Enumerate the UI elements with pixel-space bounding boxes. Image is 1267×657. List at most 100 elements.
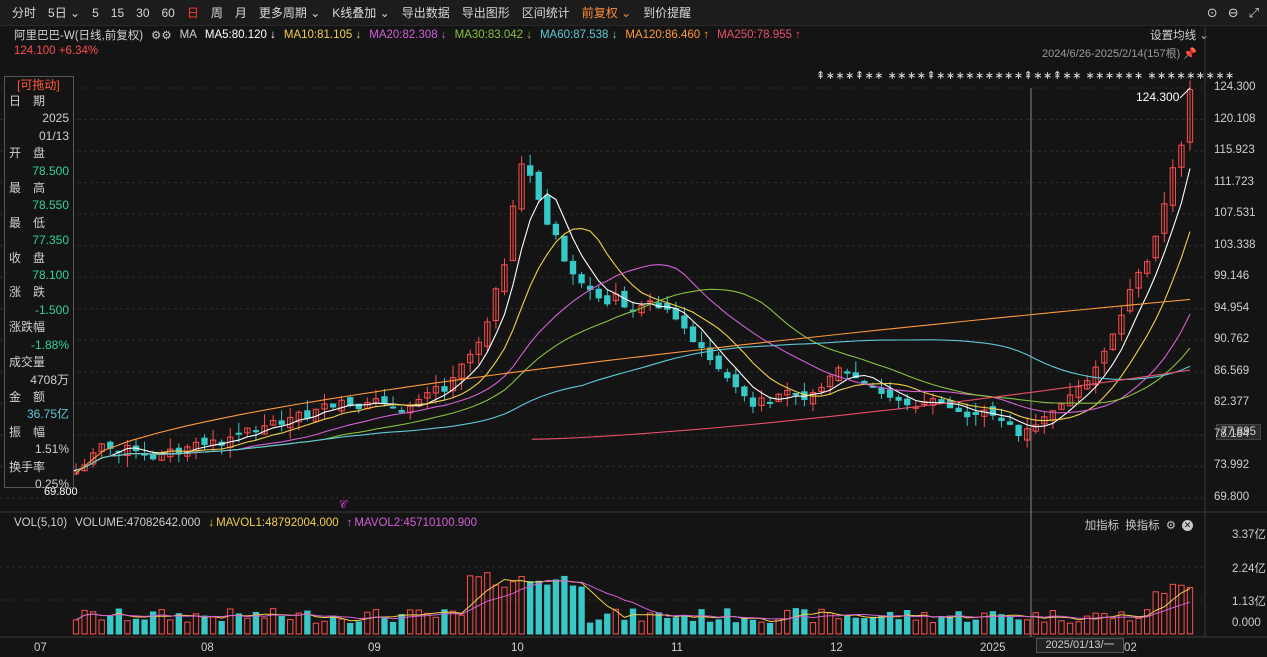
candle-body bbox=[579, 275, 584, 283]
volume-bar bbox=[725, 609, 730, 634]
candle-body bbox=[999, 418, 1004, 420]
volume-bar bbox=[630, 609, 635, 634]
month-label: 02 bbox=[1124, 642, 1137, 654]
candle-body bbox=[348, 398, 353, 406]
candle-body bbox=[956, 408, 961, 411]
volume-tick: 1.13亿 bbox=[1232, 593, 1266, 609]
candle-body bbox=[305, 411, 310, 418]
volume-bar bbox=[639, 621, 644, 634]
volume-bar bbox=[459, 615, 464, 634]
candle-body bbox=[767, 402, 772, 403]
volume-bar bbox=[1076, 622, 1081, 634]
volume-bar bbox=[1067, 623, 1072, 634]
volume-tools: 加指标 换指标 ⚙ ✕ bbox=[1085, 517, 1193, 533]
volume-bar bbox=[845, 616, 850, 634]
volume-bar bbox=[90, 612, 95, 634]
candle-body bbox=[570, 261, 575, 273]
volume-bar bbox=[219, 622, 224, 634]
volume-bar bbox=[896, 620, 901, 634]
volume-bar bbox=[733, 623, 738, 634]
volume-bar bbox=[1059, 621, 1064, 634]
volume-bar bbox=[1007, 617, 1012, 634]
volume-bar bbox=[682, 616, 687, 634]
kline-chart[interactable]: 𝒞 bbox=[0, 0, 1267, 657]
volume-bar bbox=[202, 616, 207, 634]
volume-bar bbox=[1187, 588, 1192, 634]
volume-bar bbox=[596, 620, 601, 634]
candle-body bbox=[682, 316, 687, 328]
candle-body bbox=[605, 296, 610, 304]
price-tick: 82.377 bbox=[1214, 396, 1249, 408]
settings-gear-icon[interactable]: ⚙ bbox=[1166, 518, 1176, 532]
info-value-5: 78.100 bbox=[5, 267, 73, 284]
volume-bar bbox=[562, 576, 567, 634]
candle-body bbox=[202, 438, 207, 444]
close-icon[interactable]: ✕ bbox=[1182, 520, 1193, 531]
volume-bar bbox=[605, 614, 610, 634]
price-tick: 103.338 bbox=[1214, 239, 1256, 251]
candle-body bbox=[442, 387, 447, 391]
info-key-5: 收 盘 bbox=[5, 250, 73, 267]
month-label: 10 bbox=[511, 642, 524, 654]
volume-bar bbox=[879, 616, 884, 634]
volume-bar bbox=[313, 623, 318, 634]
volume-bar bbox=[485, 573, 490, 634]
volume-bar bbox=[1162, 593, 1167, 634]
candle-body bbox=[176, 448, 181, 453]
candle-body bbox=[399, 411, 404, 413]
candle-body bbox=[939, 400, 944, 403]
volume-tick: 2.24亿 bbox=[1232, 560, 1266, 576]
volume-bar bbox=[690, 621, 695, 634]
high-pointer bbox=[1180, 88, 1190, 98]
volume-bar bbox=[793, 609, 798, 634]
candle-body bbox=[545, 196, 550, 224]
candle-body bbox=[1016, 425, 1021, 435]
info-value-4: 77.350 bbox=[5, 232, 73, 249]
volume-bar bbox=[742, 619, 747, 634]
volume-bar bbox=[510, 582, 515, 634]
info-panel[interactable]: [可拖动]日 期202501/13开 盘78.500最 高78.550最 低77… bbox=[4, 76, 74, 488]
volume-bar bbox=[73, 620, 78, 634]
volume-bar bbox=[930, 623, 935, 634]
tooltip-date: 2025/01/13/一 bbox=[1036, 638, 1124, 653]
volume-bar bbox=[853, 618, 858, 634]
info-value-2: 78.500 bbox=[5, 163, 73, 180]
info-key-2: 开 盘 bbox=[5, 145, 73, 162]
dividend-mark: 𝒞 bbox=[339, 499, 348, 511]
volume-bar bbox=[613, 609, 618, 634]
volume-bar bbox=[502, 587, 507, 634]
volume-bar bbox=[1170, 584, 1175, 634]
candle-body bbox=[793, 393, 798, 395]
volume-bar bbox=[785, 610, 790, 634]
price-tick: 86.569 bbox=[1214, 365, 1249, 377]
volume-bar bbox=[296, 613, 301, 634]
price-tick: 94.954 bbox=[1214, 302, 1249, 314]
candle-body bbox=[733, 375, 738, 387]
info-value-10: 1.51% bbox=[5, 441, 73, 458]
price-tick: 111.723 bbox=[1214, 176, 1254, 188]
month-label: 08 bbox=[201, 642, 214, 654]
volume-tick: 0.000 bbox=[1232, 617, 1261, 629]
volume-bar bbox=[245, 618, 250, 634]
volume-bar bbox=[862, 619, 867, 634]
volume-bar bbox=[750, 620, 755, 634]
volume-bar bbox=[802, 610, 807, 634]
add-indicator-button[interactable]: 加指标 bbox=[1085, 517, 1120, 533]
volume-bar bbox=[468, 576, 473, 634]
price-tick: 78.184 bbox=[1214, 428, 1249, 440]
drag-handle[interactable]: [可拖动] bbox=[5, 77, 73, 93]
mavol1: MAVOL1:48792004.000 bbox=[216, 517, 339, 531]
candle-body bbox=[528, 166, 533, 176]
info-value-8: 4708万 bbox=[5, 372, 73, 389]
volume-bar bbox=[493, 585, 498, 634]
candle-body bbox=[279, 421, 284, 424]
volume-bar bbox=[408, 610, 413, 634]
candle-body bbox=[390, 407, 395, 408]
volume-bar bbox=[913, 620, 918, 634]
vol-label: VOL(5,10) bbox=[14, 517, 67, 531]
volume-bar bbox=[570, 586, 575, 634]
candle-body bbox=[330, 404, 335, 407]
candle-body bbox=[150, 455, 155, 459]
switch-indicator-button[interactable]: 换指标 bbox=[1125, 517, 1160, 533]
candle-body bbox=[596, 289, 601, 298]
